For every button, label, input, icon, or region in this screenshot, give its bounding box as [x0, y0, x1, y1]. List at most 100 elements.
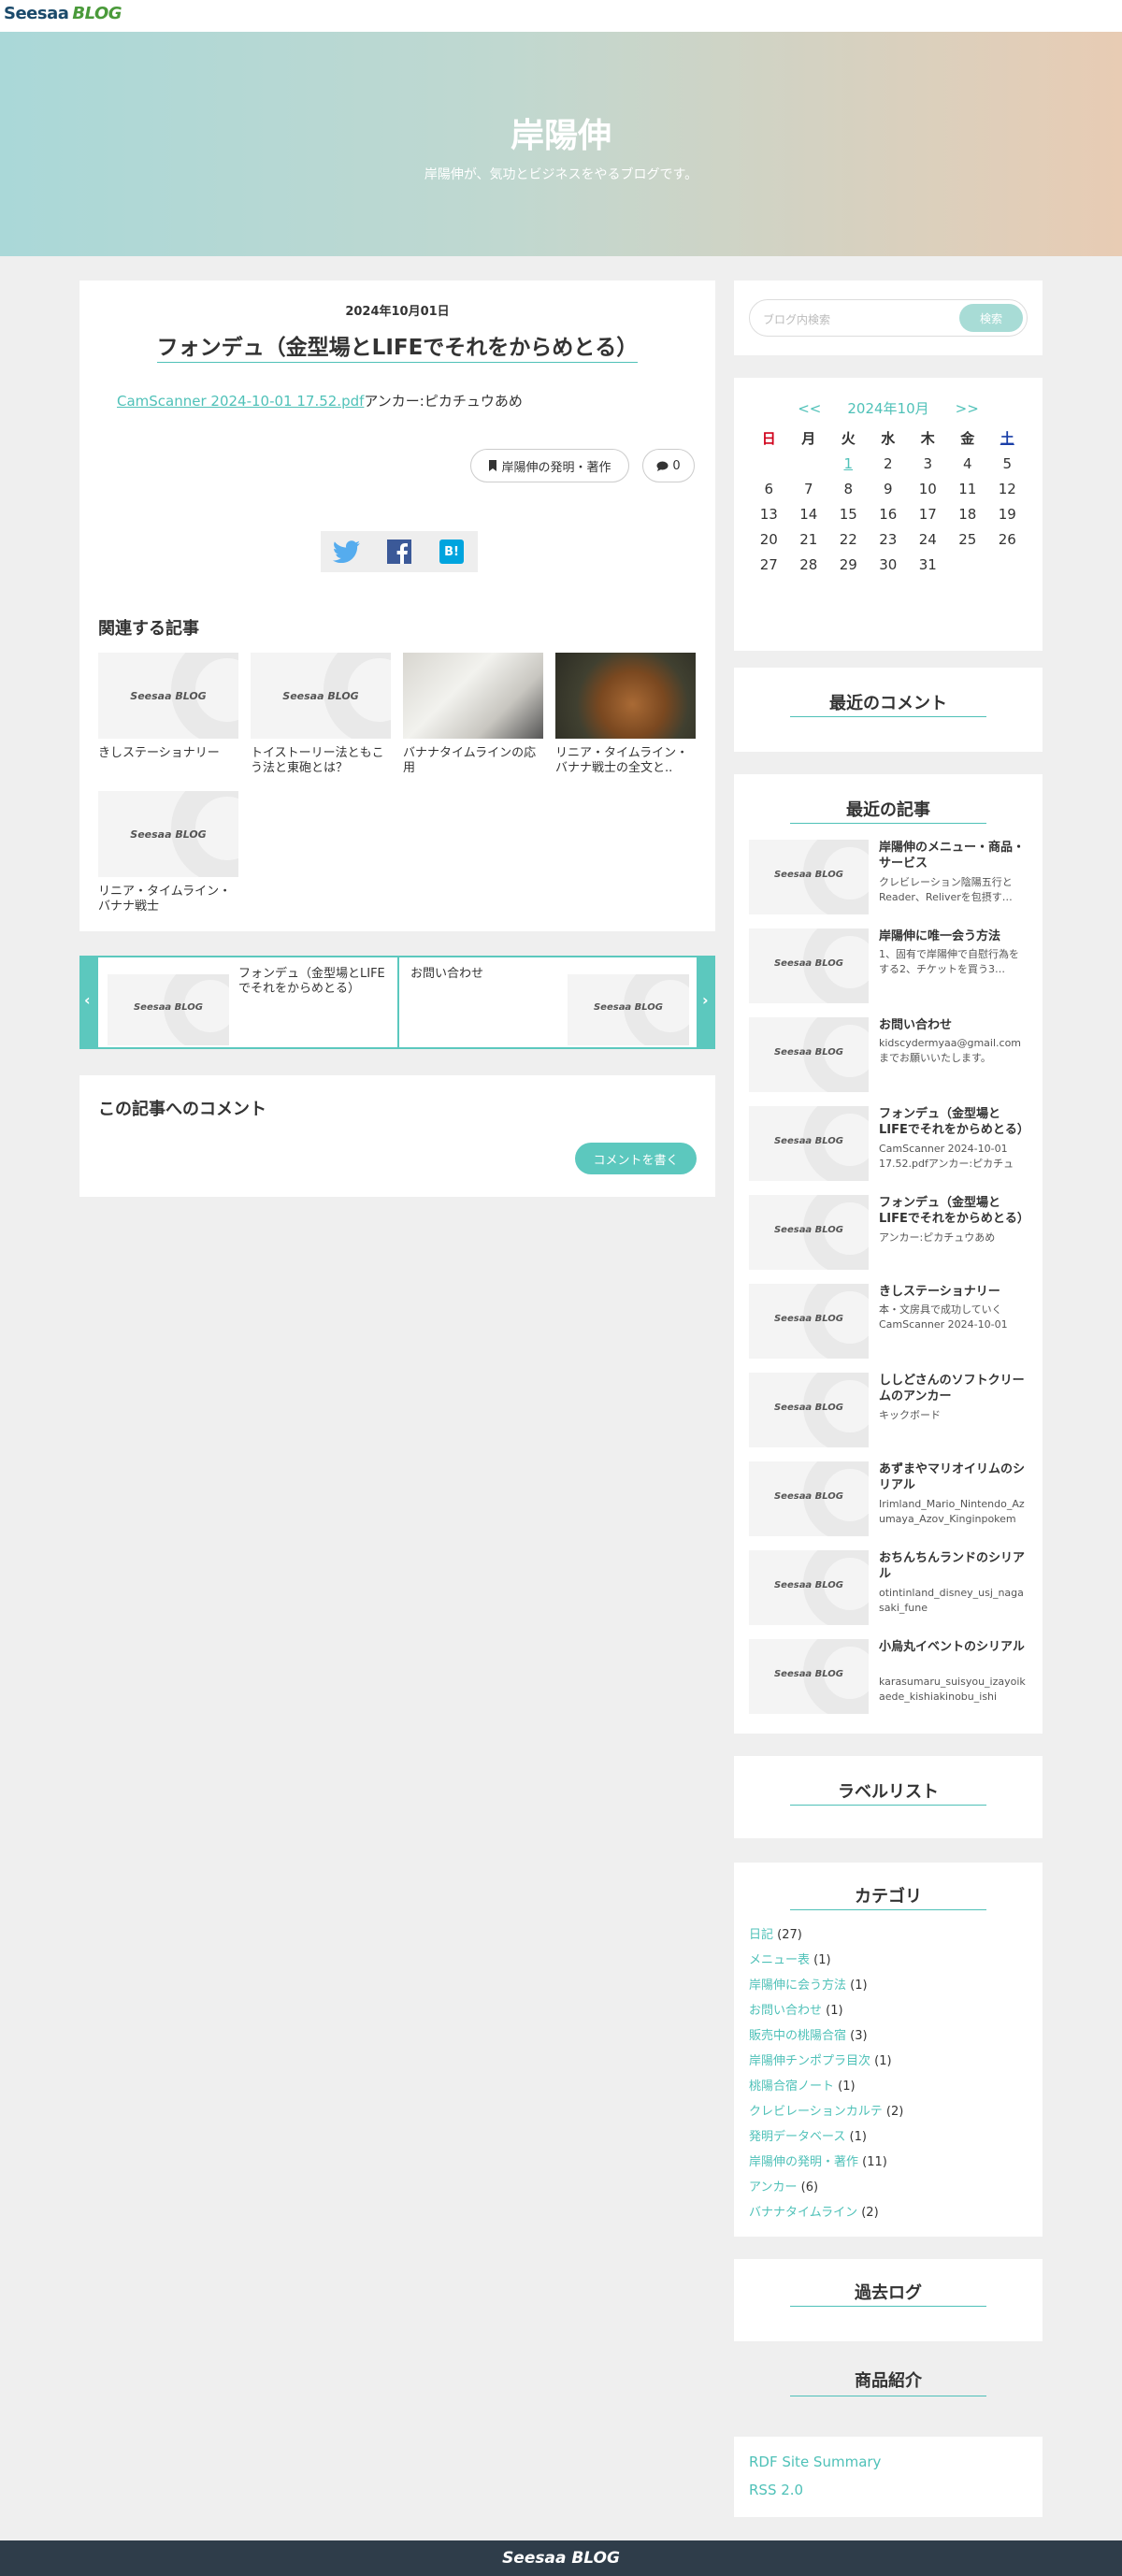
calendar-day: 30	[879, 556, 898, 573]
calendar-day: 4	[962, 455, 972, 472]
recent-post-item[interactable]: Seesaa BLOG おちんちんランドのシリアル otintinland_di…	[749, 1550, 1028, 1627]
thumbnail-label: Seesaa BLOG	[130, 828, 207, 841]
products-widget: 商品紹介	[734, 2366, 1043, 2403]
blog-title[interactable]: 岸陽伸	[0, 108, 1122, 157]
calendar-prev-link[interactable]: <<	[798, 400, 821, 417]
rss-feed-link[interactable]: RSS 2.0	[749, 2482, 803, 2498]
comment-icon	[656, 461, 669, 471]
category-link[interactable]: お問い合わせ	[749, 2004, 822, 2018]
recent-post-item[interactable]: Seesaa BLOG 岸陽伸のメニュー・商品・サービス クレビレーション陰陽五…	[749, 840, 1028, 916]
calendar-day: 7	[803, 481, 813, 497]
related-article-title: トイストーリー法ともこう法と東砲とは？	[251, 746, 384, 775]
recent-post-item[interactable]: Seesaa BLOG 小烏丸イベントのシリアル karasumaru_suis…	[749, 1639, 1028, 1716]
calendar-day: 12	[998, 481, 1016, 497]
post-title[interactable]: フォンデュ（金型場とLIFEでそれをからめとる）	[79, 329, 715, 363]
calendar-day: 24	[918, 531, 937, 548]
weekday-mon: 月	[801, 430, 816, 447]
comment-count-button[interactable]: 0	[642, 449, 695, 482]
recent-post-item[interactable]: Seesaa BLOG ししどさんのソフトクリームのアンカー キックボード	[749, 1373, 1028, 1449]
blog-description: 岸陽伸が、気功とビジネスをやるブログです。	[424, 167, 698, 182]
thumbnail-label: Seesaa BLOG	[593, 1002, 664, 1013]
recent-post-item[interactable]: Seesaa BLOG きしステーショナリー 本・文房具で成功していく CamS…	[749, 1284, 1028, 1360]
seesaa-logo[interactable]: Seesaa BLOG	[4, 4, 122, 23]
calendar-day: 8	[843, 481, 854, 497]
recent-post-excerpt: otintinland_disney_usj_nagasaki_fune	[879, 1587, 1024, 1614]
category-link[interactable]: 岸陽伸の発明・著作	[749, 2155, 858, 2169]
category-link[interactable]: 発明データベース	[749, 2130, 845, 2144]
products-title: 商品紹介	[855, 2371, 922, 2391]
calendar-day: 15	[839, 506, 857, 523]
search-button[interactable]: 検索	[959, 304, 1023, 332]
recent-post-title: 岸陽伸のメニュー・商品・サービス	[879, 841, 1026, 871]
next-post-link[interactable]: お問い合わせ Seesaa BLOG	[399, 957, 697, 1047]
prev-post-title: フォンデュ（金型場とLIFEでそれをからめとる）	[238, 967, 385, 996]
twitter-share-button[interactable]	[332, 539, 362, 565]
calendar-month[interactable]: 2024年10月	[847, 400, 928, 417]
category-item: 日記 (27)	[749, 1924, 802, 1942]
title-underline	[790, 1909, 986, 1910]
calendar-week-row: 6 7 8 9 10 11 12	[749, 477, 1028, 502]
hatena-bookmark-icon: B!	[439, 540, 464, 564]
related-article-item[interactable]: Seesaa BLOG きしステーショナリー	[98, 653, 238, 761]
category-link[interactable]: 日記	[749, 1928, 773, 1942]
pdf-link[interactable]: CamScanner 2024-10-01 17.52.pdf	[117, 393, 364, 410]
related-article-item[interactable]: リニア・タイムライン・バナナ戦士の全文と..	[555, 653, 696, 776]
category-item: バナナタイムライン (2)	[749, 2202, 879, 2220]
calendar-week-row: 13 14 15 16 17 18 19	[749, 502, 1028, 527]
thumbnail-label: Seesaa BLOG	[773, 1403, 844, 1413]
recent-post-item[interactable]: Seesaa BLOG あずまやマリオイリムのシリアル Irimland_Mar…	[749, 1461, 1028, 1538]
write-comment-button[interactable]: コメントを書く	[575, 1143, 697, 1174]
calendar-day: 3	[923, 455, 933, 472]
category-link[interactable]: 岸陽伸チンポプラ目次	[749, 2054, 870, 2068]
category-item: 桃陽合宿ノート (1)	[749, 2076, 856, 2094]
prev-post-thumbnail: Seesaa BLOG	[108, 974, 229, 1045]
recent-post-thumbnail: Seesaa BLOG	[749, 1639, 869, 1714]
next-arrow-icon[interactable]: ›	[702, 991, 709, 1009]
category-count: (1)	[826, 2004, 843, 2018]
related-article-thumbnail: Seesaa BLOG	[251, 653, 391, 739]
recent-post-item[interactable]: Seesaa BLOG フォンデュ（金型場とLIFEでそれをからめとる） アンカ…	[749, 1195, 1028, 1272]
logo-blog-text: BLOG	[72, 4, 122, 23]
footer-logo[interactable]: Seesaa BLOG	[502, 2549, 620, 2568]
recent-post-title: フォンデュ（金型場とLIFEでそれをからめとる）	[879, 1107, 1028, 1137]
category-link[interactable]: メニュー表	[749, 1953, 810, 1967]
related-article-photo	[555, 653, 696, 739]
recent-post-thumbnail: Seesaa BLOG	[749, 1461, 869, 1536]
recent-post-item[interactable]: Seesaa BLOG 岸陽伸に唯一会う方法 1、固有で岸陽伸で自慰行為をする2…	[749, 928, 1028, 1005]
related-article-item[interactable]: Seesaa BLOG リニア・タイムライン・バナナ戦士	[98, 791, 238, 914]
category-item: クレビレーションカルテ (2)	[749, 2101, 903, 2119]
calendar-day: 13	[759, 506, 778, 523]
calendar-day-link[interactable]: 1	[828, 452, 869, 477]
hatena-share-button[interactable]: B!	[437, 539, 467, 565]
rdf-feed-link[interactable]: RDF Site Summary	[749, 2454, 881, 2470]
category-link[interactable]: クレビレーションカルテ	[749, 2105, 883, 2119]
label-list-title: ラベルリスト	[838, 1782, 939, 1802]
category-link[interactable]: バナナタイムライン	[749, 2206, 857, 2220]
calendar-day: 10	[918, 481, 937, 497]
recent-post-title: 小烏丸イベントのシリアル	[879, 1640, 1025, 1654]
calendar-next-link[interactable]: >>	[956, 400, 979, 417]
calendar-day: 26	[998, 531, 1016, 548]
recent-post-item[interactable]: Seesaa BLOG お問い合わせ kidscydermyaa@gmail.c…	[749, 1017, 1028, 1094]
facebook-share-button[interactable]	[384, 539, 414, 565]
related-article-item[interactable]: バナナタイムラインの応用	[403, 653, 543, 776]
recent-post-item[interactable]: Seesaa BLOG フォンデュ（金型場とLIFEでそれをからめとる） Cam…	[749, 1106, 1028, 1183]
related-article-item[interactable]: Seesaa BLOG トイストーリー法ともこう法と東砲とは？	[251, 653, 391, 776]
calendar-header: << 2024年10月 >>	[734, 398, 1043, 418]
search-input[interactable]: ブログ内検索 検索	[749, 299, 1028, 337]
prev-post-link[interactable]: Seesaa BLOG フォンデュ（金型場とLIFEでそれをからめとる）	[98, 957, 397, 1047]
category-link[interactable]: 岸陽伸に会う方法	[749, 1979, 846, 1993]
calendar-day: 29	[839, 556, 857, 573]
thumbnail-label: Seesaa BLOG	[773, 958, 844, 969]
category-tag-button[interactable]: 岸陽伸の発明・著作	[470, 449, 629, 482]
prev-arrow-icon[interactable]: ‹	[84, 991, 91, 1009]
recent-post-excerpt: クレビレーション陰陽五行とReader、Reliverを包摂す…	[879, 876, 1013, 903]
archive-title: 過去ログ	[855, 2283, 922, 2303]
recent-post-excerpt: kidscydermyaa@gmail.com までお願いいたします。	[879, 1037, 1022, 1064]
category-link[interactable]: 販売中の桃陽合宿	[749, 2029, 846, 2043]
category-link[interactable]: アンカー	[749, 2180, 797, 2195]
category-link[interactable]: 桃陽合宿ノート	[749, 2080, 834, 2094]
search-placeholder: ブログ内検索	[763, 313, 831, 326]
weekday-fri: 金	[960, 430, 975, 447]
next-post-title: お問い合わせ	[410, 967, 484, 981]
